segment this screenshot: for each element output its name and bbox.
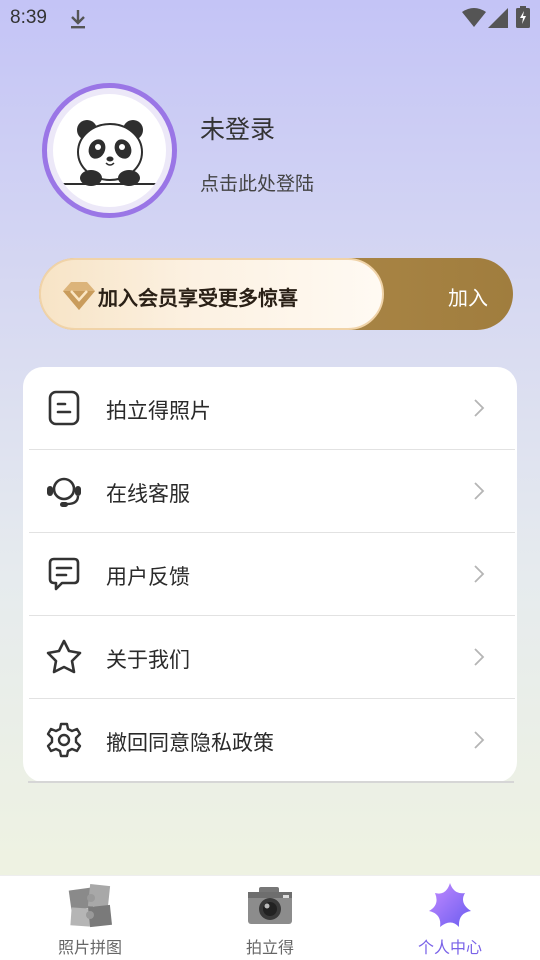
battery-icon [516, 6, 530, 28]
card-divider [28, 781, 514, 783]
menu-item-user-feedback[interactable]: 用户反馈 [23, 533, 517, 616]
chevron-right-icon [474, 648, 485, 666]
menu-item-label: 关于我们 [106, 648, 190, 672]
menu-item-revoke-privacy-consent[interactable]: 撤回同意隐私政策 [23, 699, 517, 782]
user-star-icon [429, 883, 471, 927]
menu-item-about-us[interactable]: 关于我们 [23, 616, 517, 699]
chevron-right-icon [474, 731, 485, 749]
bottom-nav: 照片拼图 拍立得 个人中心 [0, 875, 540, 960]
vip-join-button[interactable]: 加入 [448, 282, 488, 311]
menu-item-label: 用户反馈 [106, 565, 190, 589]
chevron-right-icon [474, 565, 485, 583]
tab-label: 个人中心 [417, 938, 482, 957]
status-time: 8:39 [10, 7, 47, 28]
login-hint[interactable]: 点击此处登陆 [200, 169, 314, 196]
menu-item-label: 拍立得照片 [106, 399, 211, 423]
tab-label: 照片拼图 [57, 938, 122, 957]
wifi-icon [462, 8, 486, 27]
gear-icon [46, 722, 82, 758]
diamond-icon [63, 282, 95, 310]
menu-card: 拍立得照片 在线客服 用户反馈 关于我们 撤回同意隐私政策 [23, 367, 517, 782]
menu-item-online-support[interactable]: 在线客服 [23, 450, 517, 533]
menu-item-label: 在线客服 [106, 482, 190, 506]
camera-icon [248, 887, 292, 924]
feedback-icon [48, 557, 80, 591]
vip-banner-text: 加入会员享受更多惊喜 [98, 286, 298, 310]
panda-avatar-image [53, 94, 166, 207]
download-icon [71, 10, 85, 29]
menu-item-label: 撤回同意隐私政策 [106, 731, 274, 755]
chevron-right-icon [474, 399, 485, 417]
username[interactable]: 未登录 [200, 110, 275, 146]
tab-label: 拍立得 [245, 938, 294, 957]
headset-icon [47, 477, 81, 507]
star-icon [46, 639, 82, 674]
tab-personal-center[interactable]: 个人中心 [360, 876, 540, 960]
chevron-right-icon [474, 482, 485, 500]
avatar[interactable] [42, 83, 177, 218]
status-bar: 8:39 [0, 0, 540, 38]
tab-photo-puzzle[interactable]: 照片拼图 [0, 876, 180, 960]
tab-polaroid[interactable]: 拍立得 [180, 876, 360, 960]
vip-banner-left: 加入会员享受更多惊喜 [39, 258, 384, 330]
puzzle-icon [68, 884, 112, 928]
signal-icon [488, 8, 508, 28]
menu-item-polaroid-photos[interactable]: 拍立得照片 [23, 367, 517, 450]
vip-banner[interactable]: 加入会员享受更多惊喜 加入 [39, 258, 513, 330]
photo-note-icon [48, 390, 80, 426]
panda-icon [57, 120, 162, 186]
